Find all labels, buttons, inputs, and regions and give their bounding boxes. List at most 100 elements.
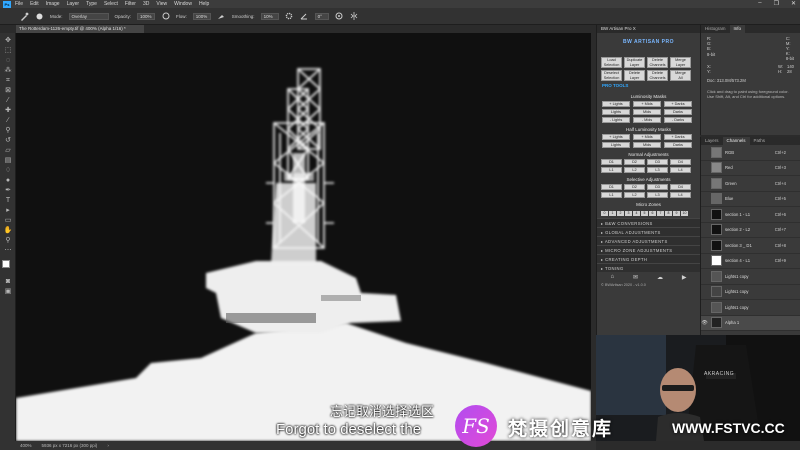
minimize-button[interactable]: – bbox=[758, 0, 761, 7]
channel-row[interactable]: RGB Ctrl+2 bbox=[701, 145, 800, 161]
duplicate-layer-button[interactable]: Duplicate Layer bbox=[624, 57, 645, 68]
dodge-tool-icon[interactable]: ● bbox=[3, 177, 13, 184]
restore-button[interactable]: ❐ bbox=[774, 0, 779, 7]
screen-mode-icon[interactable]: ▣ bbox=[3, 288, 13, 295]
zone-2-button[interactable]: 2 bbox=[617, 211, 624, 216]
pro-tools-heading[interactable]: PRO TOOLS bbox=[597, 81, 700, 90]
menu-file[interactable]: File bbox=[15, 1, 23, 7]
pressure-opacity-icon[interactable] bbox=[161, 12, 170, 21]
plus-darks-button[interactable]: + Darks bbox=[664, 101, 692, 107]
eyedropper-tool-icon[interactable]: ⁄ bbox=[3, 97, 13, 104]
channel-row[interactable]: Red Ctrl+3 bbox=[701, 161, 800, 176]
pressure-size-icon[interactable] bbox=[335, 12, 344, 21]
brush-tool-icon[interactable]: ∕ bbox=[3, 117, 13, 124]
pen-tool-icon[interactable]: ✒ bbox=[3, 187, 13, 194]
video-icon[interactable]: ▶ bbox=[682, 274, 687, 281]
normal-d1-button[interactable]: D1 bbox=[601, 159, 622, 165]
channel-row[interactable]: Blue Ctrl+5 bbox=[701, 192, 800, 207]
channel-row[interactable]: section 1 - L1 Ctrl+6 bbox=[701, 207, 800, 223]
status-chevron-icon[interactable]: › bbox=[107, 443, 109, 448]
selective-l1-button[interactable]: L1 bbox=[601, 192, 622, 198]
menu-help[interactable]: Help bbox=[199, 1, 209, 7]
zone-1-button[interactable]: 1 bbox=[609, 211, 616, 216]
half-mids-button[interactable]: Mids bbox=[633, 142, 661, 148]
opacity-field[interactable]: 100% bbox=[137, 12, 156, 20]
healing-tool-icon[interactable]: ✚ bbox=[3, 107, 13, 114]
menu-window[interactable]: Window bbox=[174, 1, 192, 7]
airbrush-icon[interactable] bbox=[217, 12, 226, 21]
zone-6-button[interactable]: 6 bbox=[649, 211, 656, 216]
zoom-level[interactable]: 400% bbox=[20, 443, 32, 448]
document-tab[interactable]: The Rotterdam-1126-empty.tif @ 400% (Alp… bbox=[16, 25, 144, 33]
gear-icon[interactable] bbox=[285, 12, 294, 21]
tab-info[interactable]: Info bbox=[729, 25, 746, 33]
channel-row[interactable]: section 4 - L1 Ctrl+9 bbox=[701, 254, 800, 269]
quick-select-tool-icon[interactable]: ⁂ bbox=[3, 67, 13, 74]
menu-edit[interactable]: Edit bbox=[30, 1, 39, 7]
half-plus-mids-button[interactable]: + Mids bbox=[633, 134, 661, 140]
delete-channels-2-button[interactable]: Delete Channels bbox=[647, 70, 668, 81]
foreground-color-swatch[interactable] bbox=[2, 260, 10, 268]
brush-preset-icon[interactable] bbox=[35, 12, 44, 21]
angle-field[interactable]: 0° bbox=[314, 12, 329, 20]
creating-depth-section[interactable]: ▸ CREATING DEPTH bbox=[597, 254, 700, 263]
selective-l4-button[interactable]: L4 bbox=[670, 192, 691, 198]
channel-row-selected[interactable]: 👁 Alpha 1 bbox=[701, 315, 800, 331]
zone-8-button[interactable]: 8 bbox=[665, 211, 672, 216]
plus-lights-button[interactable]: + Lights bbox=[602, 101, 630, 107]
symmetry-icon[interactable] bbox=[350, 12, 359, 21]
selective-l2-button[interactable]: L2 bbox=[624, 192, 645, 198]
menu-3d[interactable]: 3D bbox=[143, 1, 149, 7]
toning-section[interactable]: ▸ TONING bbox=[597, 263, 700, 272]
tab-histogram[interactable]: Histogram bbox=[701, 25, 730, 33]
micro-zone-adjustments-section[interactable]: ▸ MICRO ZONE ADJUSTMENTS bbox=[597, 245, 700, 254]
half-lights-button[interactable]: Lights bbox=[602, 142, 630, 148]
zone-7-button[interactable]: 7 bbox=[657, 211, 664, 216]
plus-mids-button[interactable]: + Mids bbox=[633, 101, 661, 107]
normal-l4-button[interactable]: L4 bbox=[670, 167, 691, 173]
selective-d3-button[interactable]: D3 bbox=[647, 184, 668, 190]
smoothing-field[interactable]: 10% bbox=[260, 12, 279, 20]
channel-row[interactable]: Lights1 copy bbox=[701, 269, 800, 285]
type-tool-icon[interactable]: T bbox=[3, 197, 13, 204]
mids-button[interactable]: Mids bbox=[633, 109, 661, 115]
eraser-tool-icon[interactable]: ▱ bbox=[3, 147, 13, 154]
selective-d1-button[interactable]: D1 bbox=[601, 184, 622, 190]
merge-all-button[interactable]: Merge All bbox=[670, 70, 691, 81]
delete-channels-button[interactable]: Delete Channels bbox=[647, 57, 668, 68]
tab-layers[interactable]: Layers bbox=[701, 137, 723, 145]
history-brush-tool-icon[interactable]: ↺ bbox=[3, 137, 13, 144]
cloud-icon[interactable]: ☁ bbox=[657, 274, 663, 281]
minus-lights-button[interactable]: - Lights bbox=[602, 117, 630, 123]
selective-d4-button[interactable]: D4 bbox=[670, 184, 691, 190]
home-icon[interactable]: ⌂ bbox=[610, 274, 614, 281]
flow-field[interactable]: 100% bbox=[192, 12, 211, 20]
advanced-adjustments-section[interactable]: ▸ ADVANCED ADJUSTMENTS bbox=[597, 236, 700, 245]
global-adjustments-section[interactable]: ▸ GLOBAL ADJUSTMENTS bbox=[597, 227, 700, 236]
normal-d2-button[interactable]: D2 bbox=[624, 159, 645, 165]
hand-tool-icon[interactable]: ✋ bbox=[3, 227, 13, 234]
tab-paths[interactable]: Paths bbox=[750, 137, 770, 145]
menu-view[interactable]: View bbox=[156, 1, 167, 7]
lights-button[interactable]: Lights bbox=[602, 109, 630, 115]
move-tool-icon[interactable]: ✥ bbox=[3, 37, 13, 44]
menu-image[interactable]: Image bbox=[46, 1, 60, 7]
path-select-tool-icon[interactable]: ▸ bbox=[3, 207, 13, 214]
load-selection-button[interactable]: Load Selection bbox=[601, 57, 622, 68]
marquee-tool-icon[interactable]: ⬚ bbox=[3, 47, 13, 54]
close-button[interactable]: ✕ bbox=[791, 0, 796, 7]
half-plus-darks-button[interactable]: + Darks bbox=[664, 134, 692, 140]
menu-select[interactable]: Select bbox=[104, 1, 118, 7]
minus-darks-button[interactable]: - Darks bbox=[664, 117, 692, 123]
more-tools-icon[interactable]: ⋯ bbox=[3, 247, 13, 254]
darks-button[interactable]: Darks bbox=[664, 109, 692, 115]
channel-row[interactable]: Lights1 copy bbox=[701, 285, 800, 300]
normal-l1-button[interactable]: L1 bbox=[601, 167, 622, 173]
selective-l3-button[interactable]: L3 bbox=[647, 192, 668, 198]
tab-channels[interactable]: Channels bbox=[722, 137, 750, 145]
visibility-icon[interactable]: 👁 bbox=[701, 320, 708, 326]
zone-10-button[interactable]: 10 bbox=[681, 211, 688, 216]
selective-d2-button[interactable]: D2 bbox=[624, 184, 645, 190]
zone-9-button[interactable]: 9 bbox=[673, 211, 680, 216]
channel-row[interactable]: section 2 - L2 Ctrl+7 bbox=[701, 223, 800, 238]
